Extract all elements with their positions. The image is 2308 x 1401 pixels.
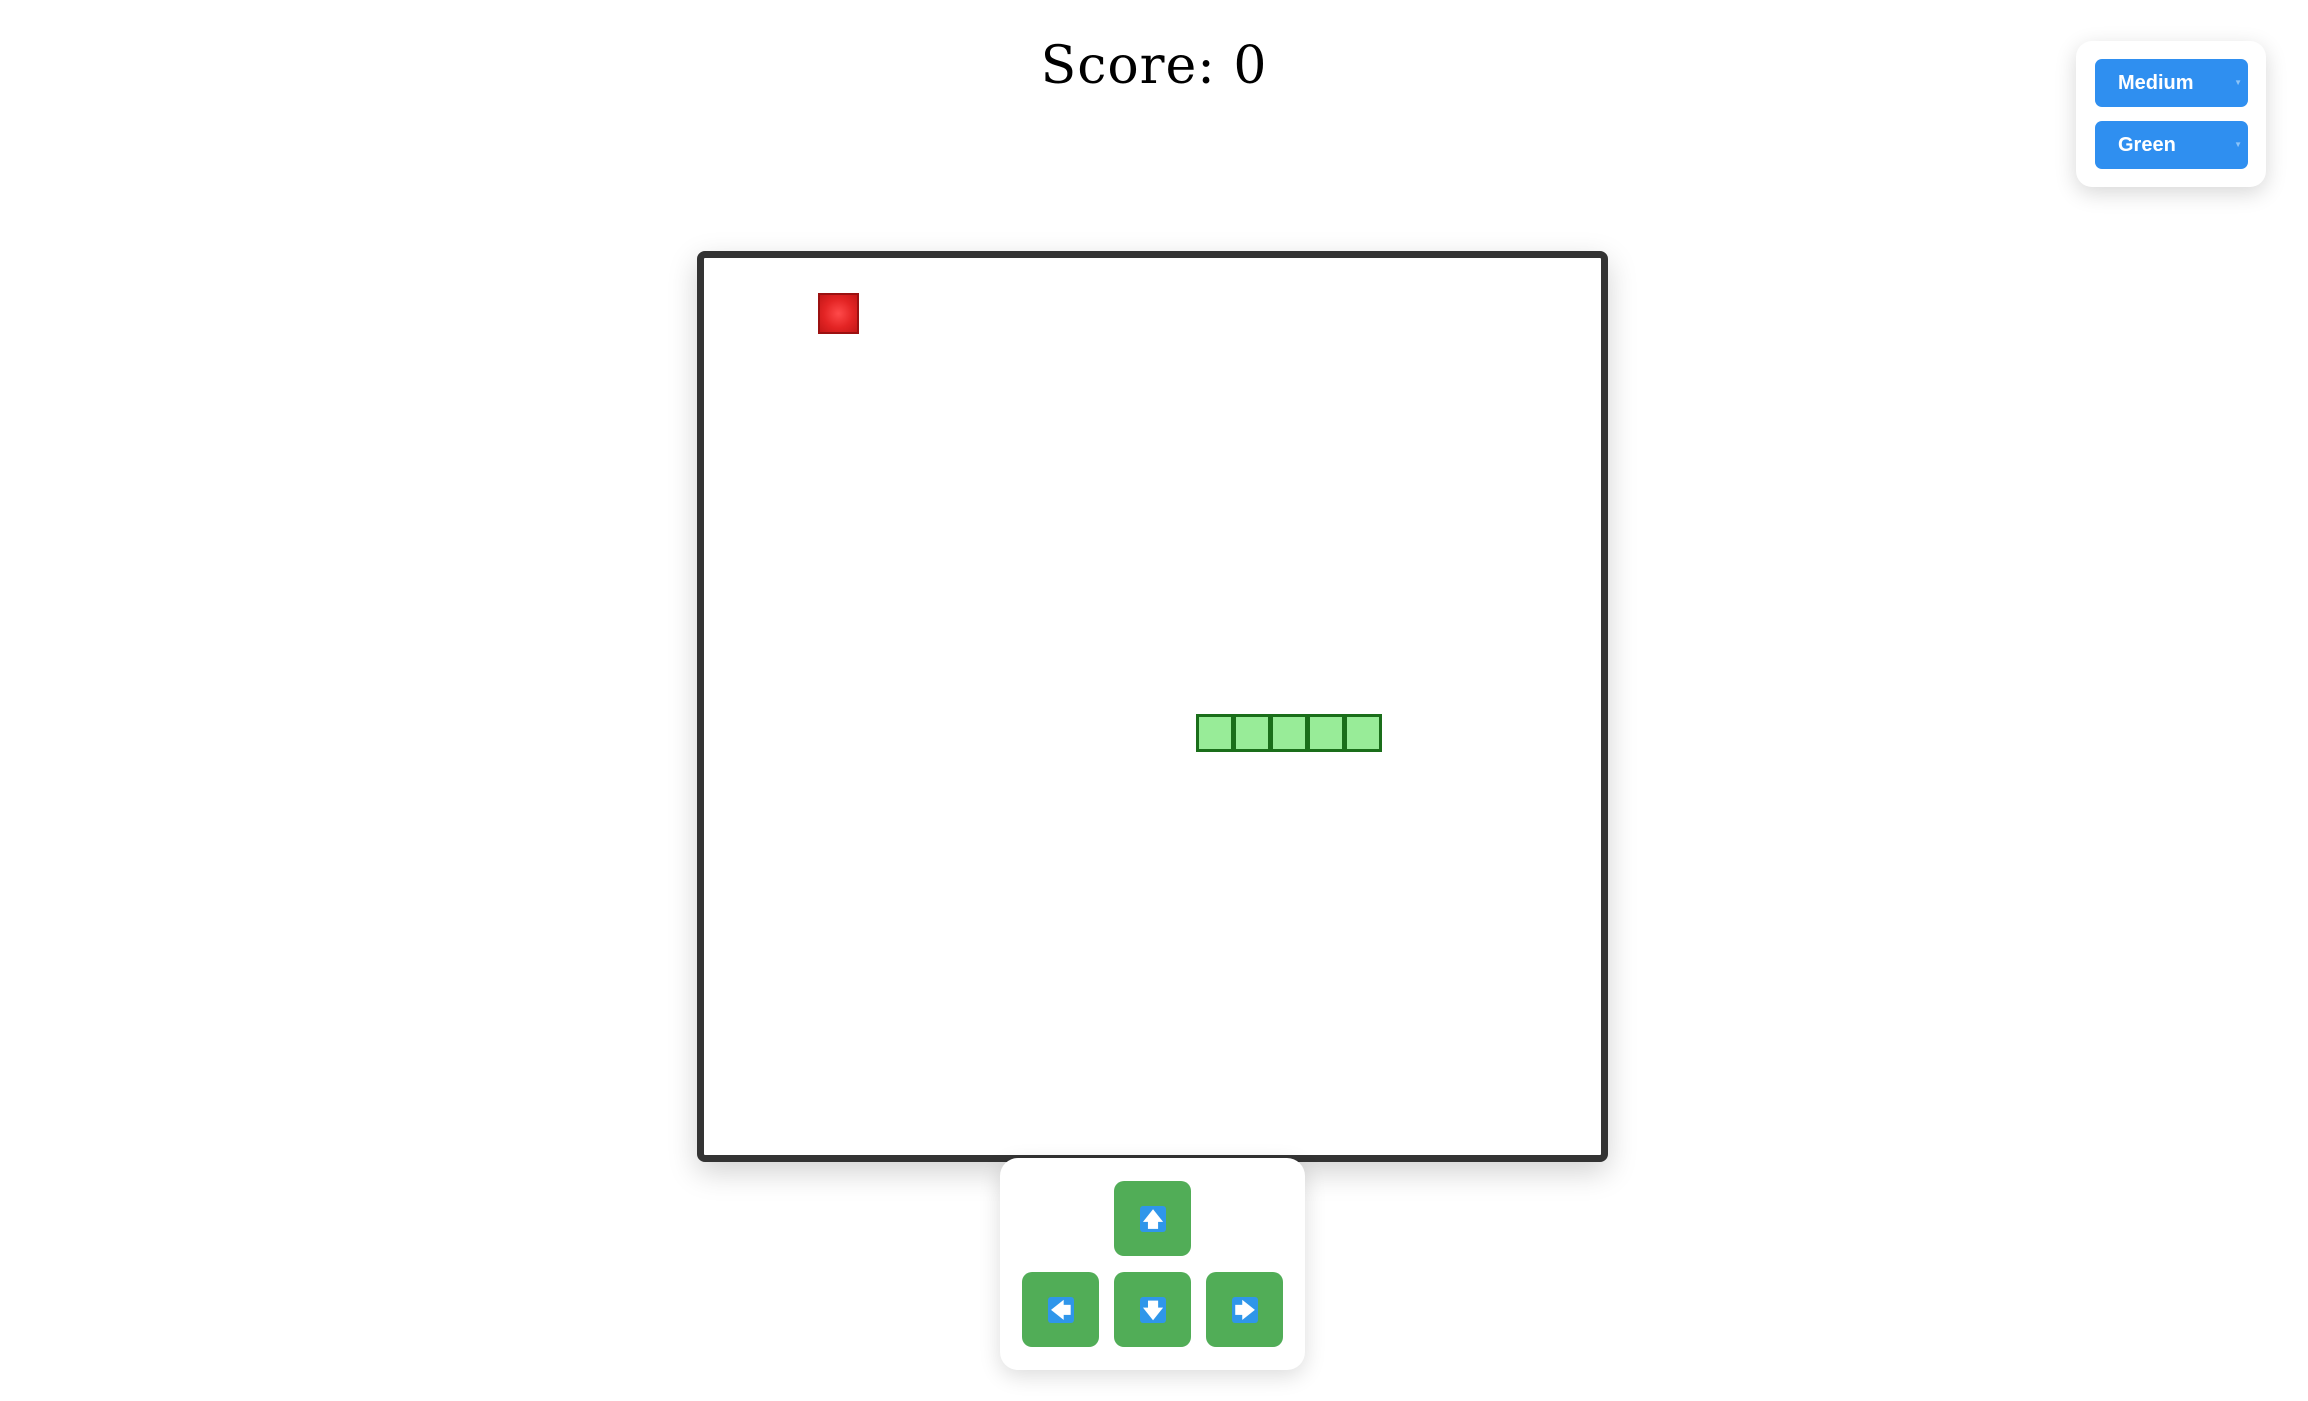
food-item bbox=[818, 293, 859, 334]
score-value: 0 bbox=[1233, 36, 1268, 96]
score-label: Score: bbox=[1040, 36, 1216, 96]
arrow-left-icon: 🡄 bbox=[1048, 1297, 1074, 1323]
snake-head bbox=[1344, 714, 1382, 752]
chevron-down-icon: ▼ bbox=[2234, 140, 2242, 149]
chevron-down-icon: ▼ bbox=[2234, 78, 2242, 87]
arrow-down-icon: 🡇 bbox=[1140, 1297, 1166, 1323]
arrow-up-icon: 🡅 bbox=[1140, 1206, 1166, 1232]
snake-segment bbox=[1196, 714, 1234, 752]
difficulty-select-value: Medium bbox=[2118, 72, 2194, 94]
snake-color-select-value: Green bbox=[2118, 134, 2176, 156]
score-display: Score: 0 bbox=[0, 36, 2308, 96]
snake-segment bbox=[1233, 714, 1271, 752]
left-button[interactable]: 🡄 bbox=[1022, 1272, 1099, 1347]
snake-color-select[interactable]: Green ▼ bbox=[2095, 121, 2248, 169]
right-button[interactable]: 🡆 bbox=[1206, 1272, 1283, 1347]
game-board bbox=[697, 251, 1608, 1162]
up-button[interactable]: 🡅 bbox=[1114, 1181, 1191, 1256]
direction-controls: 🡅 🡄 🡇 🡆 bbox=[1000, 1158, 1305, 1370]
snake-segment bbox=[1270, 714, 1308, 752]
difficulty-select[interactable]: Medium ▼ bbox=[2095, 59, 2248, 107]
snake-segment bbox=[1307, 714, 1345, 752]
arrow-right-icon: 🡆 bbox=[1232, 1297, 1258, 1323]
down-button[interactable]: 🡇 bbox=[1114, 1272, 1191, 1347]
settings-panel: Medium ▼ Green ▼ bbox=[2076, 41, 2266, 187]
